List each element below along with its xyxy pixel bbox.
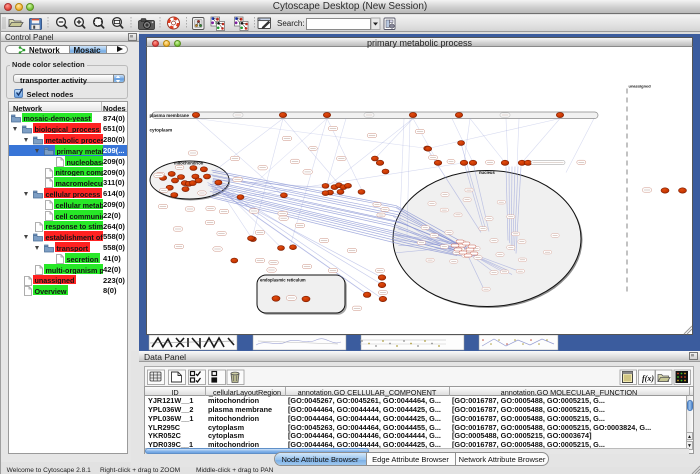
svg-text:unassigned: unassigned (629, 83, 652, 88)
svg-text:f(x): f(x) (642, 374, 654, 383)
svg-text:endoplasmic reticulum: endoplasmic reticulum (260, 277, 306, 282)
svg-text:mitochondrion: mitochondrion (174, 160, 204, 165)
svg-text:Search:: Search: (277, 19, 305, 28)
svg-text:nucleus: nucleus (479, 170, 495, 175)
svg-text:cytoplasm: cytoplasm (150, 127, 173, 132)
svg-text:plasma membrane: plasma membrane (150, 113, 190, 118)
